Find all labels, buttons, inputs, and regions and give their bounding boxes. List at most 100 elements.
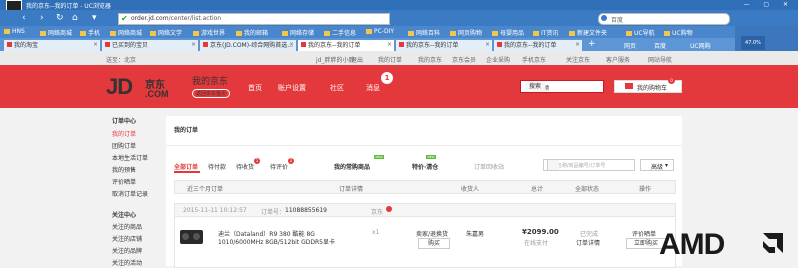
home-button[interactable]: ⌂: [72, 13, 78, 23]
bookmark-item[interactable]: PC-DIY: [366, 28, 394, 35]
tab-close-icon[interactable]: ×: [93, 41, 98, 48]
bookmark-item[interactable]: 手机: [80, 28, 100, 37]
tab-close-icon[interactable]: ×: [485, 41, 490, 48]
order-detail-link[interactable]: 订单详情: [576, 238, 600, 247]
history-dropdown-button[interactable]: ▾: [92, 13, 97, 23]
back-to-home-link[interactable]: 返回京东首页: [192, 89, 231, 98]
order-search-input[interactable]: 商品名称/商品编号/订单号: [543, 159, 635, 171]
tab-frequent-products[interactable]: 我的常购商品: [334, 162, 370, 171]
topbar-enterprise[interactable]: 企业采购: [486, 55, 510, 64]
bookmark-item[interactable]: 网页购物: [450, 28, 482, 37]
bookmark-item[interactable]: 游戏世界: [193, 28, 225, 37]
jd-nav-account[interactable]: 账户设置: [278, 83, 306, 93]
jd-logo-cn: 京东: [145, 80, 165, 91]
time-filter-dropdown[interactable]: 近三个月订单: [187, 184, 223, 193]
sidebar-item-local-orders[interactable]: 本地生活订单: [112, 153, 148, 162]
tab-my-orders-3[interactable]: 我的京东--我的订单 ×: [494, 40, 582, 51]
topbar-site-nav[interactable]: 网站导航: [648, 55, 672, 64]
jd-nav-messages[interactable]: 消息: [366, 83, 380, 93]
topbar-membership[interactable]: 京东会员: [452, 55, 476, 64]
product-name-line2[interactable]: 1010/6000MHz 8GB/512bit GDDR5显卡: [218, 237, 335, 246]
jd-nav-community[interactable]: 社区: [330, 83, 344, 93]
new-tab-button[interactable]: +: [588, 39, 596, 49]
bookmark-item[interactable]: 二手信息: [324, 28, 356, 37]
bookmark-item[interactable]: 我的邮箱: [236, 28, 268, 37]
browser-search-box[interactable]: 百度: [598, 13, 730, 25]
topbar-mobile-jd[interactable]: 手机京东: [522, 55, 546, 64]
order-total: ¥2099.00: [522, 228, 559, 236]
topbar-my-jd[interactable]: 我的京东: [418, 55, 442, 64]
side-button-web[interactable]: 网页: [624, 41, 636, 50]
tab-pending-payment[interactable]: 待付款: [208, 162, 226, 171]
topbar-username[interactable]: jd_胖胖的小胖: [316, 55, 354, 64]
receiver-name[interactable]: 朱嘉男: [466, 229, 484, 238]
address-path: /center/list.action: [168, 15, 222, 22]
tab-pending-receipt[interactable]: 待收货: [236, 162, 254, 171]
back-button[interactable]: ‹: [22, 13, 26, 23]
baidu-icon: [601, 15, 607, 21]
tab-close-icon[interactable]: ×: [387, 41, 392, 48]
tab-clearance[interactable]: 特价·清仓: [412, 162, 438, 171]
jd-search-box[interactable]: 儿童车领 搜索: [520, 80, 604, 93]
bookmark-item[interactable]: 网络商城: [40, 28, 72, 37]
bookmark-item[interactable]: 网络百科: [408, 28, 440, 37]
bookmark-item[interactable]: UC购物: [664, 28, 693, 37]
order-recycle-bin-link[interactable]: 订单回收站: [474, 162, 504, 171]
window-controls[interactable]: — ▢ ✕: [743, 1, 794, 8]
address-bar[interactable]: ✔ order.jd.com/center/list.action: [118, 13, 390, 25]
sidebar-item-presale[interactable]: 我的预售: [112, 165, 136, 174]
side-button-ucshop[interactable]: UC网购: [690, 41, 711, 50]
jd-logo[interactable]: JD: [106, 74, 133, 100]
sidebar-item-followed-products[interactable]: 关注的商品: [112, 222, 142, 231]
tab-close-icon[interactable]: ×: [289, 41, 294, 48]
tab-my-orders-active[interactable]: 我的京东--我的订单 ×: [298, 40, 394, 51]
advanced-search-button[interactable]: 高级 ▾: [640, 159, 674, 171]
status-filter-dropdown[interactable]: 全部状态: [575, 184, 599, 193]
tab-all-orders[interactable]: 全部订单: [174, 162, 198, 171]
tab-purchased[interactable]: 已买到的宝贝 ×: [102, 40, 198, 51]
favicon-icon: [301, 42, 306, 47]
sidebar-item-followed-brands[interactable]: 关注的品牌: [112, 246, 142, 255]
tab-close-icon[interactable]: ×: [191, 41, 196, 48]
bookmark-item[interactable]: 母婴用品: [492, 28, 524, 37]
service-link[interactable]: 卖家/退换货: [416, 229, 448, 238]
tab-my-orders-2[interactable]: 我的京东--我的订单 ×: [396, 40, 492, 51]
delete-order-icon[interactable]: [386, 206, 392, 212]
repurchase-button[interactable]: 购买: [418, 238, 450, 249]
order-number-link[interactable]: 11088855619: [285, 207, 327, 214]
product-thumbnail[interactable]: [180, 230, 203, 244]
bookmark-item[interactable]: 网络商城: [110, 28, 142, 37]
folder-icon: [324, 31, 330, 36]
tab-pending-review[interactable]: 待评价: [270, 162, 288, 171]
jd-search-button[interactable]: 搜索: [525, 81, 545, 92]
shop-name[interactable]: 京东: [371, 207, 383, 216]
delivery-location[interactable]: 送至：北京: [106, 55, 136, 64]
review-link[interactable]: 评价晒单: [632, 229, 656, 238]
topbar-logout[interactable]: 退出: [351, 55, 363, 64]
topbar-customer-service[interactable]: 客户服务: [606, 55, 630, 64]
folder-icon: [40, 31, 46, 36]
sidebar-item-followed-shops[interactable]: 关注的店铺: [112, 234, 142, 243]
tab-close-icon[interactable]: ×: [575, 41, 580, 48]
bookmark-item[interactable]: HNS: [4, 28, 25, 35]
bookmark-item[interactable]: IT资讯: [533, 28, 558, 37]
bookmark-item[interactable]: 网络存储: [282, 28, 314, 37]
jd-nav-home[interactable]: 首页: [248, 83, 262, 93]
tab-taobao[interactable]: 我的淘宝 ×: [4, 40, 100, 51]
bookmark-item[interactable]: 网络文学: [150, 28, 182, 37]
my-cart-button[interactable]: 我的购物车 0: [614, 77, 682, 93]
forward-button[interactable]: ›: [40, 13, 44, 23]
side-button-baidu[interactable]: 百度: [654, 41, 666, 50]
cart-label: 我的购物车: [637, 85, 668, 92]
topbar-my-orders[interactable]: 我的订单: [378, 55, 402, 64]
sidebar-item-cancelled[interactable]: 取消订单记录: [112, 189, 148, 198]
sidebar-item-reviews[interactable]: 评价晒单: [112, 177, 136, 186]
sidebar-item-group-orders[interactable]: 团购订单: [112, 141, 136, 150]
refresh-button[interactable]: ↻: [56, 13, 64, 23]
bookmark-item[interactable]: UC导航: [626, 28, 655, 37]
topbar-follow-jd[interactable]: 关注京东: [566, 55, 590, 64]
search-icon[interactable]: [547, 160, 559, 170]
sidebar-item-my-orders[interactable]: 我的订单: [112, 129, 136, 138]
bookmark-item[interactable]: 新建文件夹: [569, 28, 607, 37]
tab-jd-home[interactable]: 京东(JD.COM)-综合网购首选... ×: [200, 40, 296, 51]
